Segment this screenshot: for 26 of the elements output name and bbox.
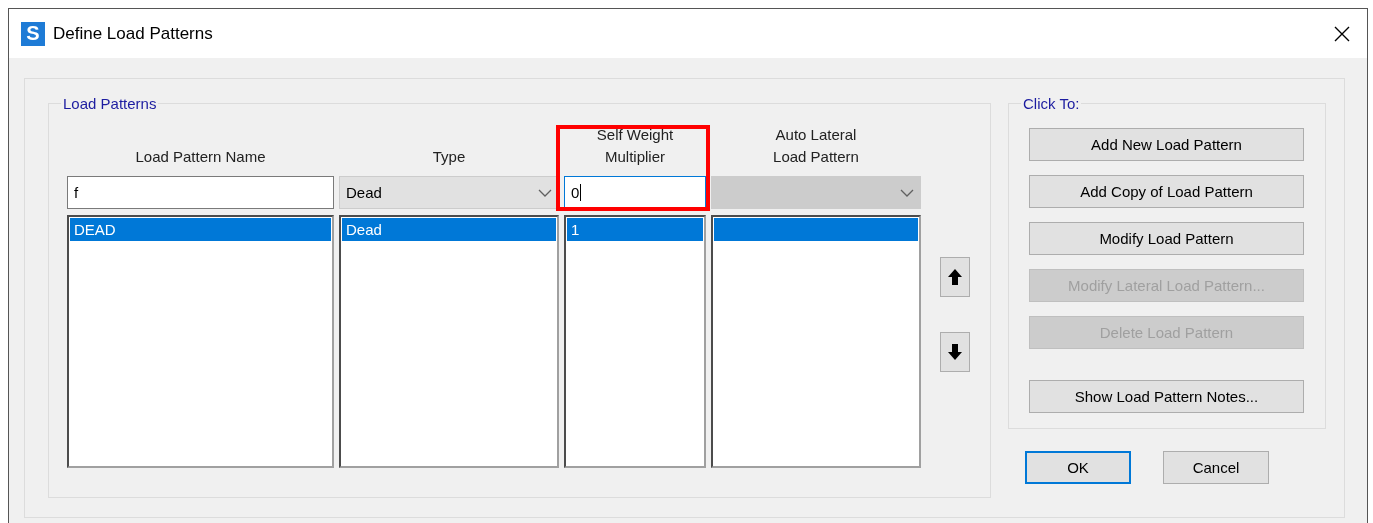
action-button[interactable]: Add New Load Pattern xyxy=(1029,128,1304,161)
action-button[interactable]: Add Copy of Load Pattern xyxy=(1029,175,1304,208)
action-button[interactable]: Show Load Pattern Notes... xyxy=(1029,380,1304,413)
dropdown[interactable]: Dead xyxy=(339,176,559,209)
list-item[interactable]: 1 xyxy=(567,218,703,241)
chevron-down-icon xyxy=(538,188,552,197)
list-item[interactable]: Dead xyxy=(342,218,556,241)
column-header: Auto Lateral Load Pattern xyxy=(772,125,860,167)
chevron-down-icon xyxy=(900,188,914,197)
group-title: Click To: xyxy=(1021,95,1082,112)
ok-button[interactable]: OK xyxy=(1025,451,1131,484)
input-field[interactable]: f xyxy=(67,176,334,209)
list-item[interactable]: DEAD xyxy=(70,218,331,241)
input-field[interactable]: 0 xyxy=(564,176,706,209)
cancel-button[interactable]: Cancel xyxy=(1163,451,1269,484)
arrow-up-icon xyxy=(948,269,962,285)
app-logo: S xyxy=(21,21,45,46)
column-header: Load Pattern Name xyxy=(134,147,267,167)
arrow-down-icon xyxy=(948,344,962,360)
move-up-button[interactable] xyxy=(940,257,970,297)
window-title: Define Load Patterns xyxy=(53,23,214,44)
action-button[interactable]: Modify Load Pattern xyxy=(1029,222,1304,255)
column-header: Self Weight Multiplier xyxy=(595,125,675,167)
column-header: Type xyxy=(431,147,467,167)
move-down-button[interactable] xyxy=(940,332,970,372)
group-title: Load Patterns xyxy=(61,95,159,112)
